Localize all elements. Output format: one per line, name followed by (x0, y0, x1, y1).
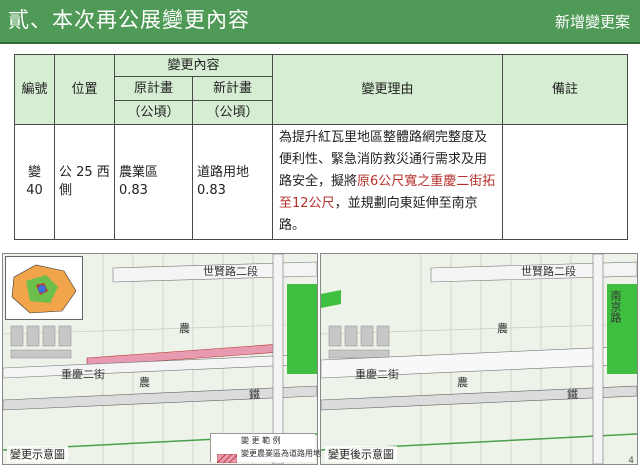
cell-remark (502, 124, 629, 240)
legend-text: 變更農業區為道路用地 (241, 449, 321, 458)
header-change-content: 變更內容 (113, 54, 274, 77)
cell-no-line2: 40 (26, 183, 43, 198)
road-label-nong2: 農 (139, 376, 150, 389)
road-label-chongqing: 重慶二街 (61, 368, 105, 381)
table-row: 變 40 公 25 西 側 農業區 0.83 道路用地 0.83 為提升紅瓦里地… (14, 124, 629, 240)
header-original-unit: （公頃） (114, 100, 193, 125)
map-after: 世賢路二段 南京路 重慶二街 農 農 鐵 變更後示意圖 (320, 253, 638, 465)
page-title: 貳、本次再公展變更內容 (8, 8, 250, 32)
map-before-label: 變更示意圖 (7, 446, 68, 462)
header-no: 編號 (14, 54, 55, 125)
header-divider (0, 42, 640, 44)
header-original: 原計畫 (114, 76, 193, 101)
cell-location-line2: 側 (59, 183, 73, 198)
road-label-shijian: 世賢路二段 (203, 265, 258, 278)
road-label-nong2-after: 農 (457, 376, 468, 389)
map-after-drawing (321, 254, 637, 464)
road-label-shijian-after: 世賢路二段 (521, 265, 576, 278)
header-location: 位置 (54, 54, 115, 125)
page-number: 4 (628, 456, 634, 466)
cell-no-line1: 變 (27, 165, 41, 180)
change-table: 編號 位置 變更內容 變更理由 備註 原計畫 新計畫 （公頃） （公頃） 變 4… (14, 54, 629, 240)
road-label-nong1: 農 (179, 322, 190, 335)
road-label-chongqing-after: 重慶二街 (355, 368, 399, 381)
legend-swatch (216, 448, 238, 464)
header-new: 新計畫 (191, 76, 274, 101)
cell-new-name: 道路用地 (197, 165, 250, 180)
cell-no: 變 40 (14, 124, 55, 240)
inset-drawing (6, 257, 82, 319)
cell-original-name: 農業區 (119, 165, 159, 180)
location-inset-map (5, 256, 83, 320)
cell-new: 道路用地 0.83 (191, 124, 274, 240)
page-header: 貳、本次再公展變更內容 新增變更案 (0, 0, 640, 42)
road-label-nanjing: 南京路 (609, 290, 622, 323)
cell-location: 公 25 西 側 (54, 124, 115, 240)
cell-reason: 為提升紅瓦里地區整體路網完整度及便利性、緊急消防救災通行需求及用路安全，擬將原6… (272, 124, 504, 240)
cell-original: 農業區 0.83 (114, 124, 193, 240)
header-reason: 變更理由 (272, 54, 504, 125)
legend-title: 變 更 範 例 (241, 436, 281, 445)
road-label-nong1-after: 農 (497, 322, 508, 335)
header-new-unit: （公頃） (191, 100, 274, 125)
case-tag: 新增變更案 (554, 13, 630, 31)
map-legend: 變 更 範 例 變更農業區為道路用地 (210, 433, 321, 464)
header-remark: 備註 (502, 54, 629, 125)
cell-location-line1: 公 25 西 (59, 165, 110, 180)
cell-original-value: 0.83 (119, 183, 148, 198)
legend-swatch-pattern (216, 453, 238, 464)
map-after-label: 變更後示意圖 (325, 446, 397, 462)
cell-new-value: 0.83 (197, 183, 226, 198)
road-label-tie: 鐵 (249, 388, 260, 401)
road-label-tie-after: 鐵 (567, 388, 578, 401)
